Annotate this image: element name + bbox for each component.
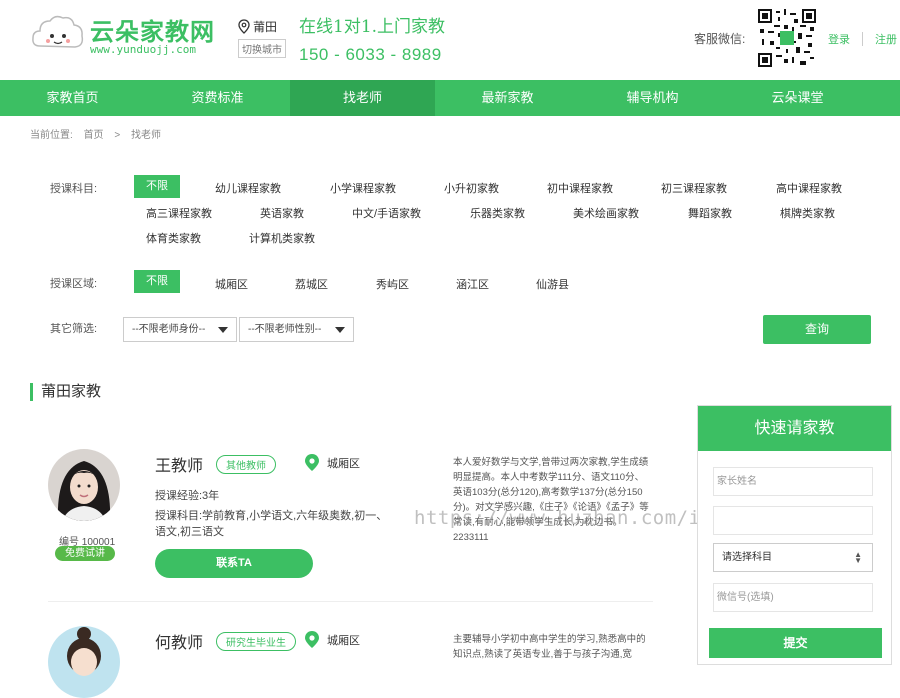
subject-option[interactable]: 体育类家教 bbox=[146, 230, 201, 246]
nav-latest-jobs[interactable]: 最新家教 bbox=[435, 80, 580, 116]
phone-input[interactable] bbox=[713, 506, 873, 535]
contact-teacher-button[interactable]: 联系TA bbox=[155, 549, 313, 578]
area-option[interactable]: 仙游县 bbox=[536, 276, 569, 292]
breadcrumb-current: 找老师 bbox=[130, 130, 161, 141]
subject-option[interactable]: 英语家教 bbox=[260, 205, 304, 221]
wechat-label: 客服微信: bbox=[694, 32, 746, 46]
teacher-area-name: 城厢区 bbox=[327, 457, 360, 470]
location-pin-icon bbox=[238, 19, 250, 34]
subject-option[interactable]: 幼儿课程家教 bbox=[215, 180, 281, 196]
gender-select-value: --不限老师性别-- bbox=[248, 324, 322, 335]
subject-option[interactable]: 不限 bbox=[134, 175, 180, 198]
current-city: 莆田 bbox=[253, 20, 278, 34]
subject-option[interactable]: 高三课程家教 bbox=[146, 205, 212, 221]
breadcrumb-home[interactable]: 首页 bbox=[84, 130, 104, 141]
teacher-name[interactable]: 何教师 bbox=[155, 629, 203, 653]
subject-option[interactable]: 小学课程家教 bbox=[330, 180, 396, 196]
breadcrumb-prefix: 当前位置: bbox=[30, 130, 73, 141]
subject-option[interactable]: 舞蹈家教 bbox=[688, 205, 732, 221]
location-pin-icon bbox=[305, 454, 319, 471]
logo-url: www.yunduojj.com bbox=[90, 43, 196, 56]
cloud-logo-icon bbox=[32, 15, 84, 48]
quick-request-title: 快速请家教 bbox=[698, 406, 891, 451]
nav-institutions[interactable]: 辅导机构 bbox=[580, 80, 725, 116]
subject-option[interactable]: 初三课程家教 bbox=[661, 180, 727, 196]
auth-links: 登录 注册 bbox=[828, 31, 897, 47]
wechat-qr-code-icon bbox=[758, 9, 816, 67]
register-link[interactable]: 注册 bbox=[875, 31, 897, 47]
teacher-type-tag: 其他教师 bbox=[216, 455, 276, 474]
subject-filter-label: 授课科目: bbox=[50, 183, 98, 195]
area-option[interactable]: 涵江区 bbox=[456, 276, 489, 292]
slogan-text: 在线1对1.上门家教 bbox=[299, 17, 446, 37]
other-filter-label: 其它筛选: bbox=[50, 323, 98, 335]
subject-option[interactable]: 乐器类家教 bbox=[470, 205, 525, 221]
area-option[interactable]: 城厢区 bbox=[215, 276, 248, 292]
parent-name-input[interactable]: 家长姓名 bbox=[713, 467, 873, 496]
teacher-gender-select[interactable]: --不限老师性别-- bbox=[239, 317, 354, 342]
site-header: 云朵家教网 www.yunduojj.com 莆田 切换城市 在线1对1.上门家… bbox=[0, 0, 900, 80]
subject-option[interactable]: 棋牌类家教 bbox=[780, 205, 835, 221]
quick-request-panel: 快速请家教 家长姓名 请选择科目 ▲ ▼ 微信号(选填) 提交 bbox=[697, 405, 892, 665]
subject-select[interactable]: 请选择科目 ▲ ▼ bbox=[713, 543, 873, 572]
free-trial-badge: 免费试讲 bbox=[55, 546, 115, 561]
area-option[interactable]: 荔城区 bbox=[295, 276, 328, 292]
teacher-identity-select[interactable]: --不限老师身份-- bbox=[123, 317, 237, 342]
identity-select-value: --不限老师身份-- bbox=[132, 324, 206, 335]
login-link[interactable]: 登录 bbox=[828, 31, 850, 47]
select-updown-icon: ▲ ▼ bbox=[854, 550, 862, 565]
subject-option[interactable]: 中文/手语家教 bbox=[352, 205, 421, 221]
hotline-phone: 150 - 6033 - 8989 bbox=[299, 45, 442, 64]
subject-option[interactable]: 初中课程家教 bbox=[547, 180, 613, 196]
teacher-type-tag: 研究生毕业生 bbox=[216, 632, 296, 651]
auth-divider bbox=[862, 32, 863, 46]
teacher-area-name: 城厢区 bbox=[327, 634, 360, 647]
area-filter-label: 授课区域: bbox=[50, 278, 98, 290]
logo-name: 云朵家教网 bbox=[90, 17, 215, 46]
teacher-avatar[interactable] bbox=[48, 449, 120, 521]
area-option[interactable]: 不限 bbox=[134, 270, 180, 293]
teacher-area: 城厢区 bbox=[305, 454, 360, 471]
card-divider bbox=[48, 601, 653, 602]
teacher-avatar[interactable] bbox=[48, 626, 120, 698]
city-selector: 莆田 切换城市 bbox=[238, 18, 286, 58]
nav-find-teacher[interactable]: 找老师 bbox=[290, 80, 435, 116]
breadcrumb: 当前位置: 首页 > 找老师 bbox=[0, 116, 900, 152]
area-option[interactable]: 秀屿区 bbox=[376, 276, 409, 292]
nav-home[interactable]: 家教首页 bbox=[0, 80, 145, 116]
dropdown-arrow-icon bbox=[335, 327, 345, 333]
slogan: 在线1对1.上门家教 150 - 6033 - 8989 bbox=[299, 12, 445, 65]
site-logo[interactable]: 云朵家教网 www.yunduojj.com bbox=[30, 10, 230, 60]
subject-option[interactable]: 计算机类家教 bbox=[249, 230, 315, 246]
subject-option[interactable]: 小升初家教 bbox=[444, 180, 499, 196]
location-pin-icon bbox=[305, 631, 319, 648]
breadcrumb-separator: > bbox=[114, 130, 121, 141]
submit-button[interactable]: 提交 bbox=[709, 628, 882, 658]
nav-pricing[interactable]: 资费标准 bbox=[145, 80, 290, 116]
subject-select-value: 请选择科目 bbox=[722, 552, 772, 563]
subject-option[interactable]: 美术绘画家教 bbox=[573, 205, 639, 221]
teacher-area: 城厢区 bbox=[305, 631, 360, 648]
teacher-subjects: 授课科目:学前教育,小学语文,六年级奥数,初一、语文,初三语文 bbox=[155, 510, 388, 538]
dropdown-arrow-icon bbox=[218, 327, 228, 333]
switch-city-button[interactable]: 切换城市 bbox=[238, 39, 286, 58]
teacher-description: 本人爱好数学与文学,曾带过两次家教,学生成绩明显提高。本人中考数学111分、语文… bbox=[453, 457, 649, 543]
nav-cloud-classroom[interactable]: 云朵课堂 bbox=[725, 80, 870, 116]
query-button[interactable]: 查询 bbox=[763, 315, 871, 344]
section-title: 莆田家教 bbox=[30, 383, 101, 401]
wechat-input[interactable]: 微信号(选填) bbox=[713, 583, 873, 612]
teacher-experience: 授课经验:3年 bbox=[155, 490, 220, 502]
teacher-description: 主要辅导小学初中高中学生的学习,熟悉高中的知识点,熟读了英语专业,善于与孩子沟通… bbox=[453, 634, 646, 660]
teacher-name[interactable]: 王教师 bbox=[155, 452, 203, 476]
subject-option[interactable]: 高中课程家教 bbox=[776, 180, 842, 196]
main-nav: 家教首页 资费标准 找老师 最新家教 辅导机构 云朵课堂 bbox=[0, 80, 900, 116]
teacher-card: 何教师 研究生毕业生 城厢区 主要辅导小学初中高中学生的学习,熟悉高中的知识点,… bbox=[48, 626, 653, 698]
